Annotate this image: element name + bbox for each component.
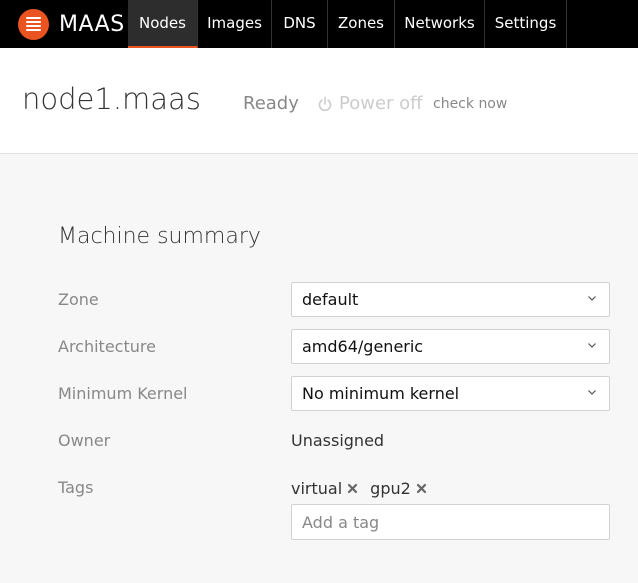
maas-logo[interactable]: MAAS xyxy=(18,8,125,40)
nav-settings[interactable]: Settings xyxy=(485,0,567,48)
nav-dns[interactable]: DNS xyxy=(272,0,328,48)
nav-nodes[interactable]: Nodes xyxy=(128,0,198,48)
architecture-value: amd64/generic xyxy=(302,337,424,356)
architecture-select[interactable]: amd64/generic xyxy=(291,329,610,364)
min-kernel-value: No minimum kernel xyxy=(302,384,460,403)
nav-zones[interactable]: Zones xyxy=(328,0,395,48)
chevron-down-icon xyxy=(588,343,596,348)
min-kernel-label: Minimum Kernel xyxy=(58,384,188,403)
tag-label: gpu2 xyxy=(370,479,411,498)
app-name: MAAS xyxy=(59,11,125,37)
top-navigation: MAAS Nodes Images DNS Zones Networks Set… xyxy=(0,0,638,48)
power-state-label: Power off xyxy=(339,93,423,114)
tags-label: Tags xyxy=(58,478,94,497)
remove-tag-icon[interactable] xyxy=(347,483,358,494)
section-title: Machine summary xyxy=(58,224,261,249)
tag-label: virtual xyxy=(291,479,343,498)
architecture-label: Architecture xyxy=(58,337,156,356)
maas-logo-icon xyxy=(18,8,49,40)
node-status: Ready xyxy=(243,93,299,114)
zone-select[interactable]: default xyxy=(291,282,610,317)
power-icon xyxy=(318,96,332,111)
node-header: node1.maas Ready Power off check now xyxy=(0,48,638,154)
tag-chip: virtual xyxy=(291,479,358,498)
chevron-down-icon xyxy=(588,390,596,395)
remove-tag-icon[interactable] xyxy=(416,483,427,494)
owner-value: Unassigned xyxy=(291,431,385,450)
owner-label: Owner xyxy=(58,431,111,450)
main-nav: Nodes Images DNS Zones Networks Settings xyxy=(128,0,567,48)
power-state: Power off xyxy=(318,93,423,114)
tag-list: virtual gpu2 xyxy=(291,479,439,498)
nav-images[interactable]: Images xyxy=(198,0,272,48)
chevron-down-icon xyxy=(588,296,596,301)
check-now-link[interactable]: check now xyxy=(433,96,507,112)
zone-value: default xyxy=(302,290,359,309)
add-tag-input[interactable] xyxy=(291,504,610,540)
zone-label: Zone xyxy=(58,290,99,309)
tag-chip: gpu2 xyxy=(370,479,427,498)
min-kernel-select[interactable]: No minimum kernel xyxy=(291,376,610,411)
nav-networks[interactable]: Networks xyxy=(395,0,485,48)
node-title: node1.maas xyxy=(22,82,201,116)
